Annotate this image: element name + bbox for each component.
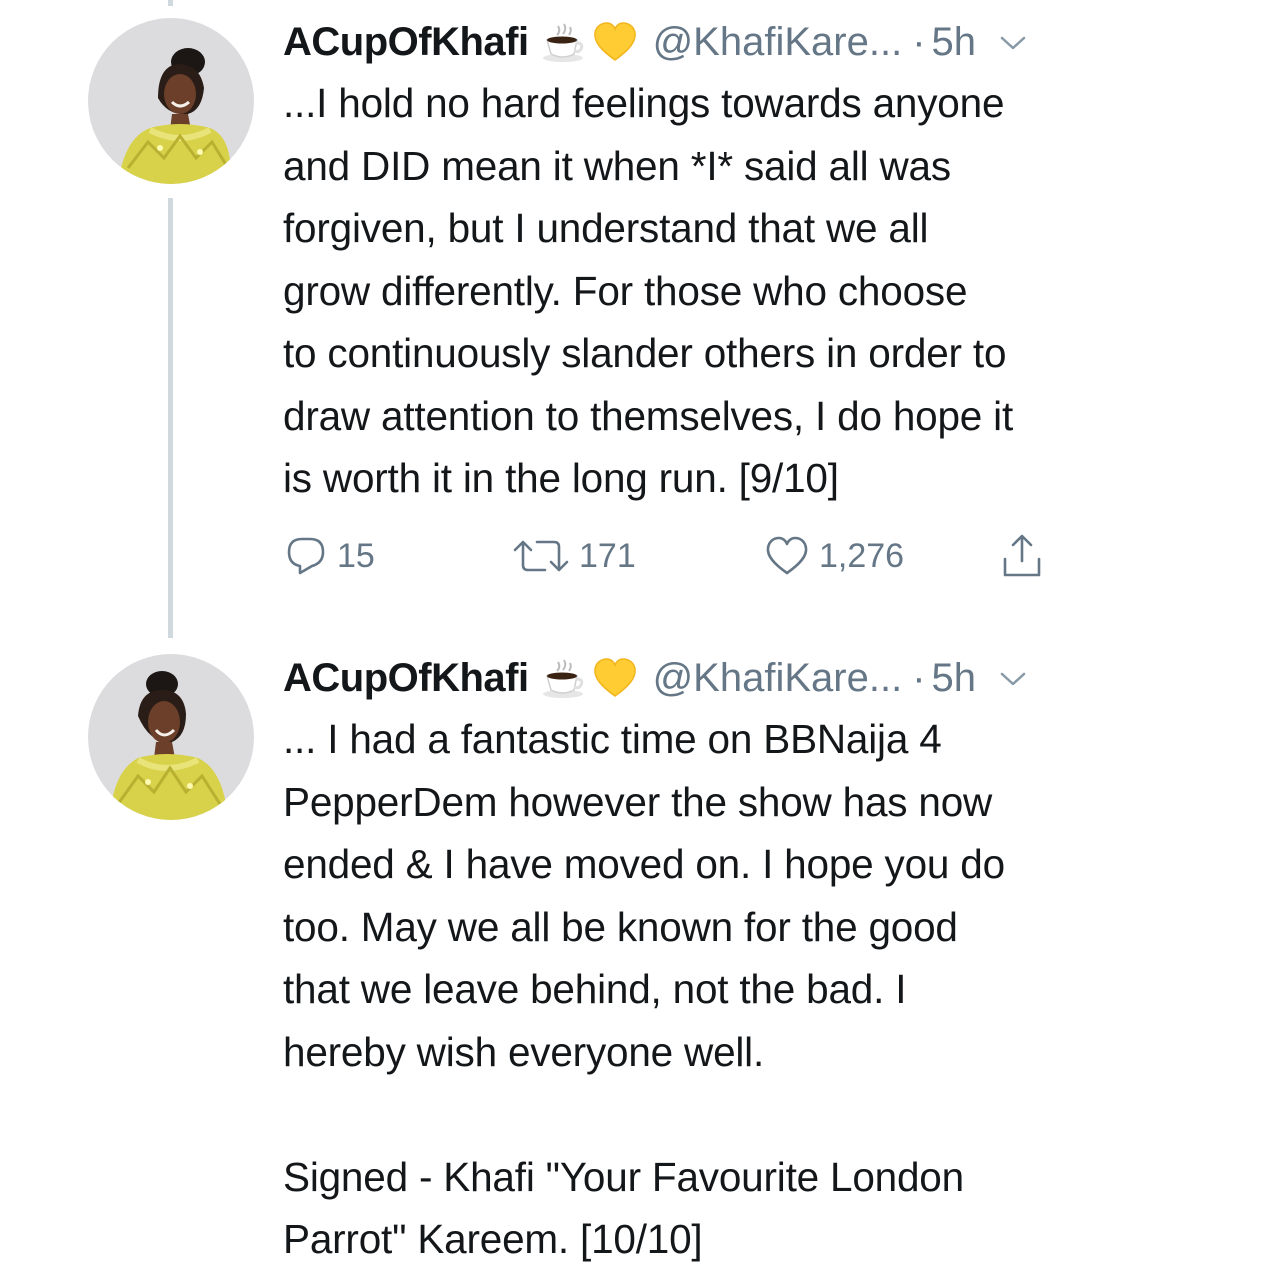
avatar[interactable] <box>88 654 254 820</box>
reply-icon <box>283 533 329 579</box>
display-name[interactable]: ACupOfKhafi <box>283 12 529 72</box>
retweet-icon <box>511 533 571 579</box>
tweet-header: ACupOfKhafi @KhafiKare... · 5h <box>283 12 1030 72</box>
timestamp[interactable]: 5h <box>932 648 977 708</box>
timestamp[interactable]: 5h <box>932 12 977 72</box>
chevron-down-icon[interactable] <box>996 12 1030 72</box>
heart-icon <box>763 533 811 579</box>
share-icon <box>999 531 1045 581</box>
thread-connector-line <box>168 198 173 638</box>
thread-connector-line <box>168 0 173 6</box>
tweet-header: ACupOfKhafi @KhafiKare... · 5h <box>283 648 1030 708</box>
tweet-actions: 15 171 1,276 <box>283 528 1083 584</box>
reply-button[interactable]: 15 <box>283 528 375 584</box>
separator-dot: · <box>912 656 926 700</box>
avatar[interactable] <box>88 18 254 184</box>
share-button[interactable] <box>999 528 1045 584</box>
tweet-text: ... I had a fantastic time on BBNaija 4 … <box>283 716 1005 1262</box>
yellow-heart-icon <box>591 654 639 702</box>
retweet-button[interactable]: 171 <box>511 528 636 584</box>
like-button[interactable]: 1,276 <box>763 528 904 584</box>
tweet-text: ...I hold no hard feelings towards anyon… <box>283 80 1014 501</box>
reply-count: 15 <box>337 536 375 575</box>
user-handle[interactable]: @KhafiKare... <box>653 12 903 72</box>
user-handle[interactable]: @KhafiKare... <box>653 648 903 708</box>
avatar-photo <box>88 18 254 184</box>
chevron-down-icon[interactable] <box>996 648 1030 708</box>
coffee-cup-icon <box>539 654 587 702</box>
display-name[interactable]: ACupOfKhafi <box>283 648 529 708</box>
yellow-heart-icon <box>591 18 639 66</box>
like-count: 1,276 <box>819 536 905 575</box>
coffee-cup-icon <box>539 18 587 66</box>
retweet-count: 171 <box>579 536 636 575</box>
separator-dot: · <box>912 20 926 64</box>
avatar-photo <box>88 654 254 820</box>
